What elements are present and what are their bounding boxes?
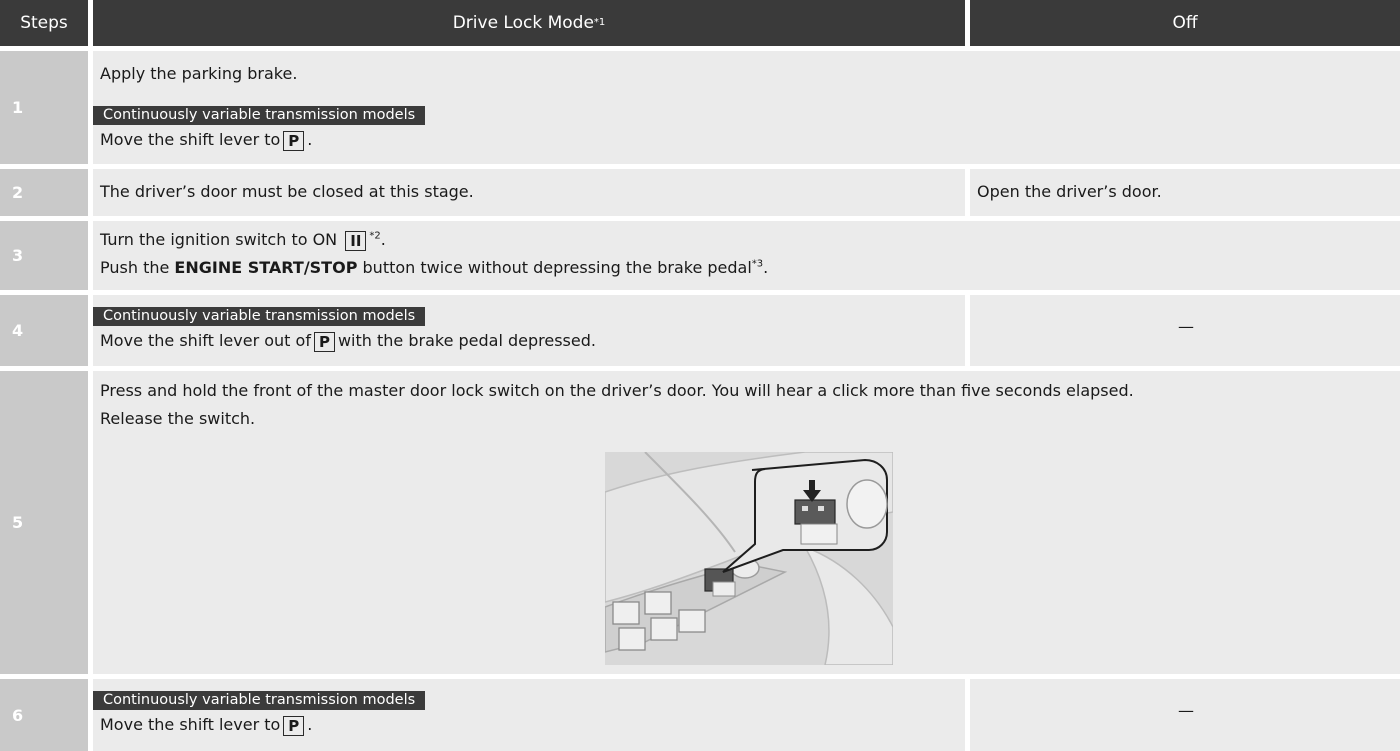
off-text: Open the driver’s door. [977,182,1162,201]
step-number: 5 [0,371,88,674]
model-tag: Continuously variable transmission model… [93,106,426,125]
step-3-cell: Turn the ignition switch to ON II *2. Pus… [93,221,1400,290]
off-text: — [1178,701,1194,720]
ignition-on-symbol: II [345,231,367,251]
step-2-off-cell: Open the driver’s door. [970,169,1400,216]
step-4-cell: Continuously variable transmission model… [93,295,965,366]
step-text: Release the switch. [100,409,256,428]
door-panel-drawing [605,452,893,665]
step-number: 2 [0,169,88,216]
door-lock-switch-illustration [605,452,893,665]
step-text: Push the ENGINE START/STOP button twice … [100,258,769,277]
off-text: — [1178,317,1194,336]
step-number: 3 [0,221,88,290]
step-text: Move the shift lever out of Pwith the bra… [100,331,596,352]
step-text: Move the shift lever to P. [100,130,313,151]
header-steps: Steps [0,0,88,46]
step-number: 4 [0,295,88,366]
step-4-off-cell: — [970,295,1400,366]
drive-lock-procedure-table: Steps Drive Lock Mode *1 Off 1 Apply the … [0,0,1400,751]
gear-p-symbol: P [283,716,305,736]
header-drive-lock-mode: Drive Lock Mode *1 [93,0,965,46]
step-text: Apply the parking brake. [100,64,298,83]
gear-p-symbol: P [283,131,305,151]
header-off: Off [970,0,1400,46]
step-6-cell: Continuously variable transmission model… [93,679,965,751]
step-number: 6 [0,679,88,751]
step-text: Press and hold the front of the master d… [100,381,1134,400]
step-2-cell: The driver’s door must be closed at this… [93,169,965,216]
step-text: Turn the ignition switch to ON II *2. [100,230,386,251]
step-number: 1 [0,51,88,164]
step-text: Move the shift lever to P. [100,715,313,736]
step-1-cell: Apply the parking brake. Continuously va… [93,51,1400,164]
step-text: The driver’s door must be closed at this… [100,182,474,201]
footnote-ref: *2 [369,230,381,242]
model-tag: Continuously variable transmission model… [93,307,426,326]
step-6-off-cell: — [970,679,1400,751]
footnote-ref: *3 [751,258,764,270]
gear-p-symbol: P [313,332,335,352]
model-tag: Continuously variable transmission model… [93,691,426,710]
